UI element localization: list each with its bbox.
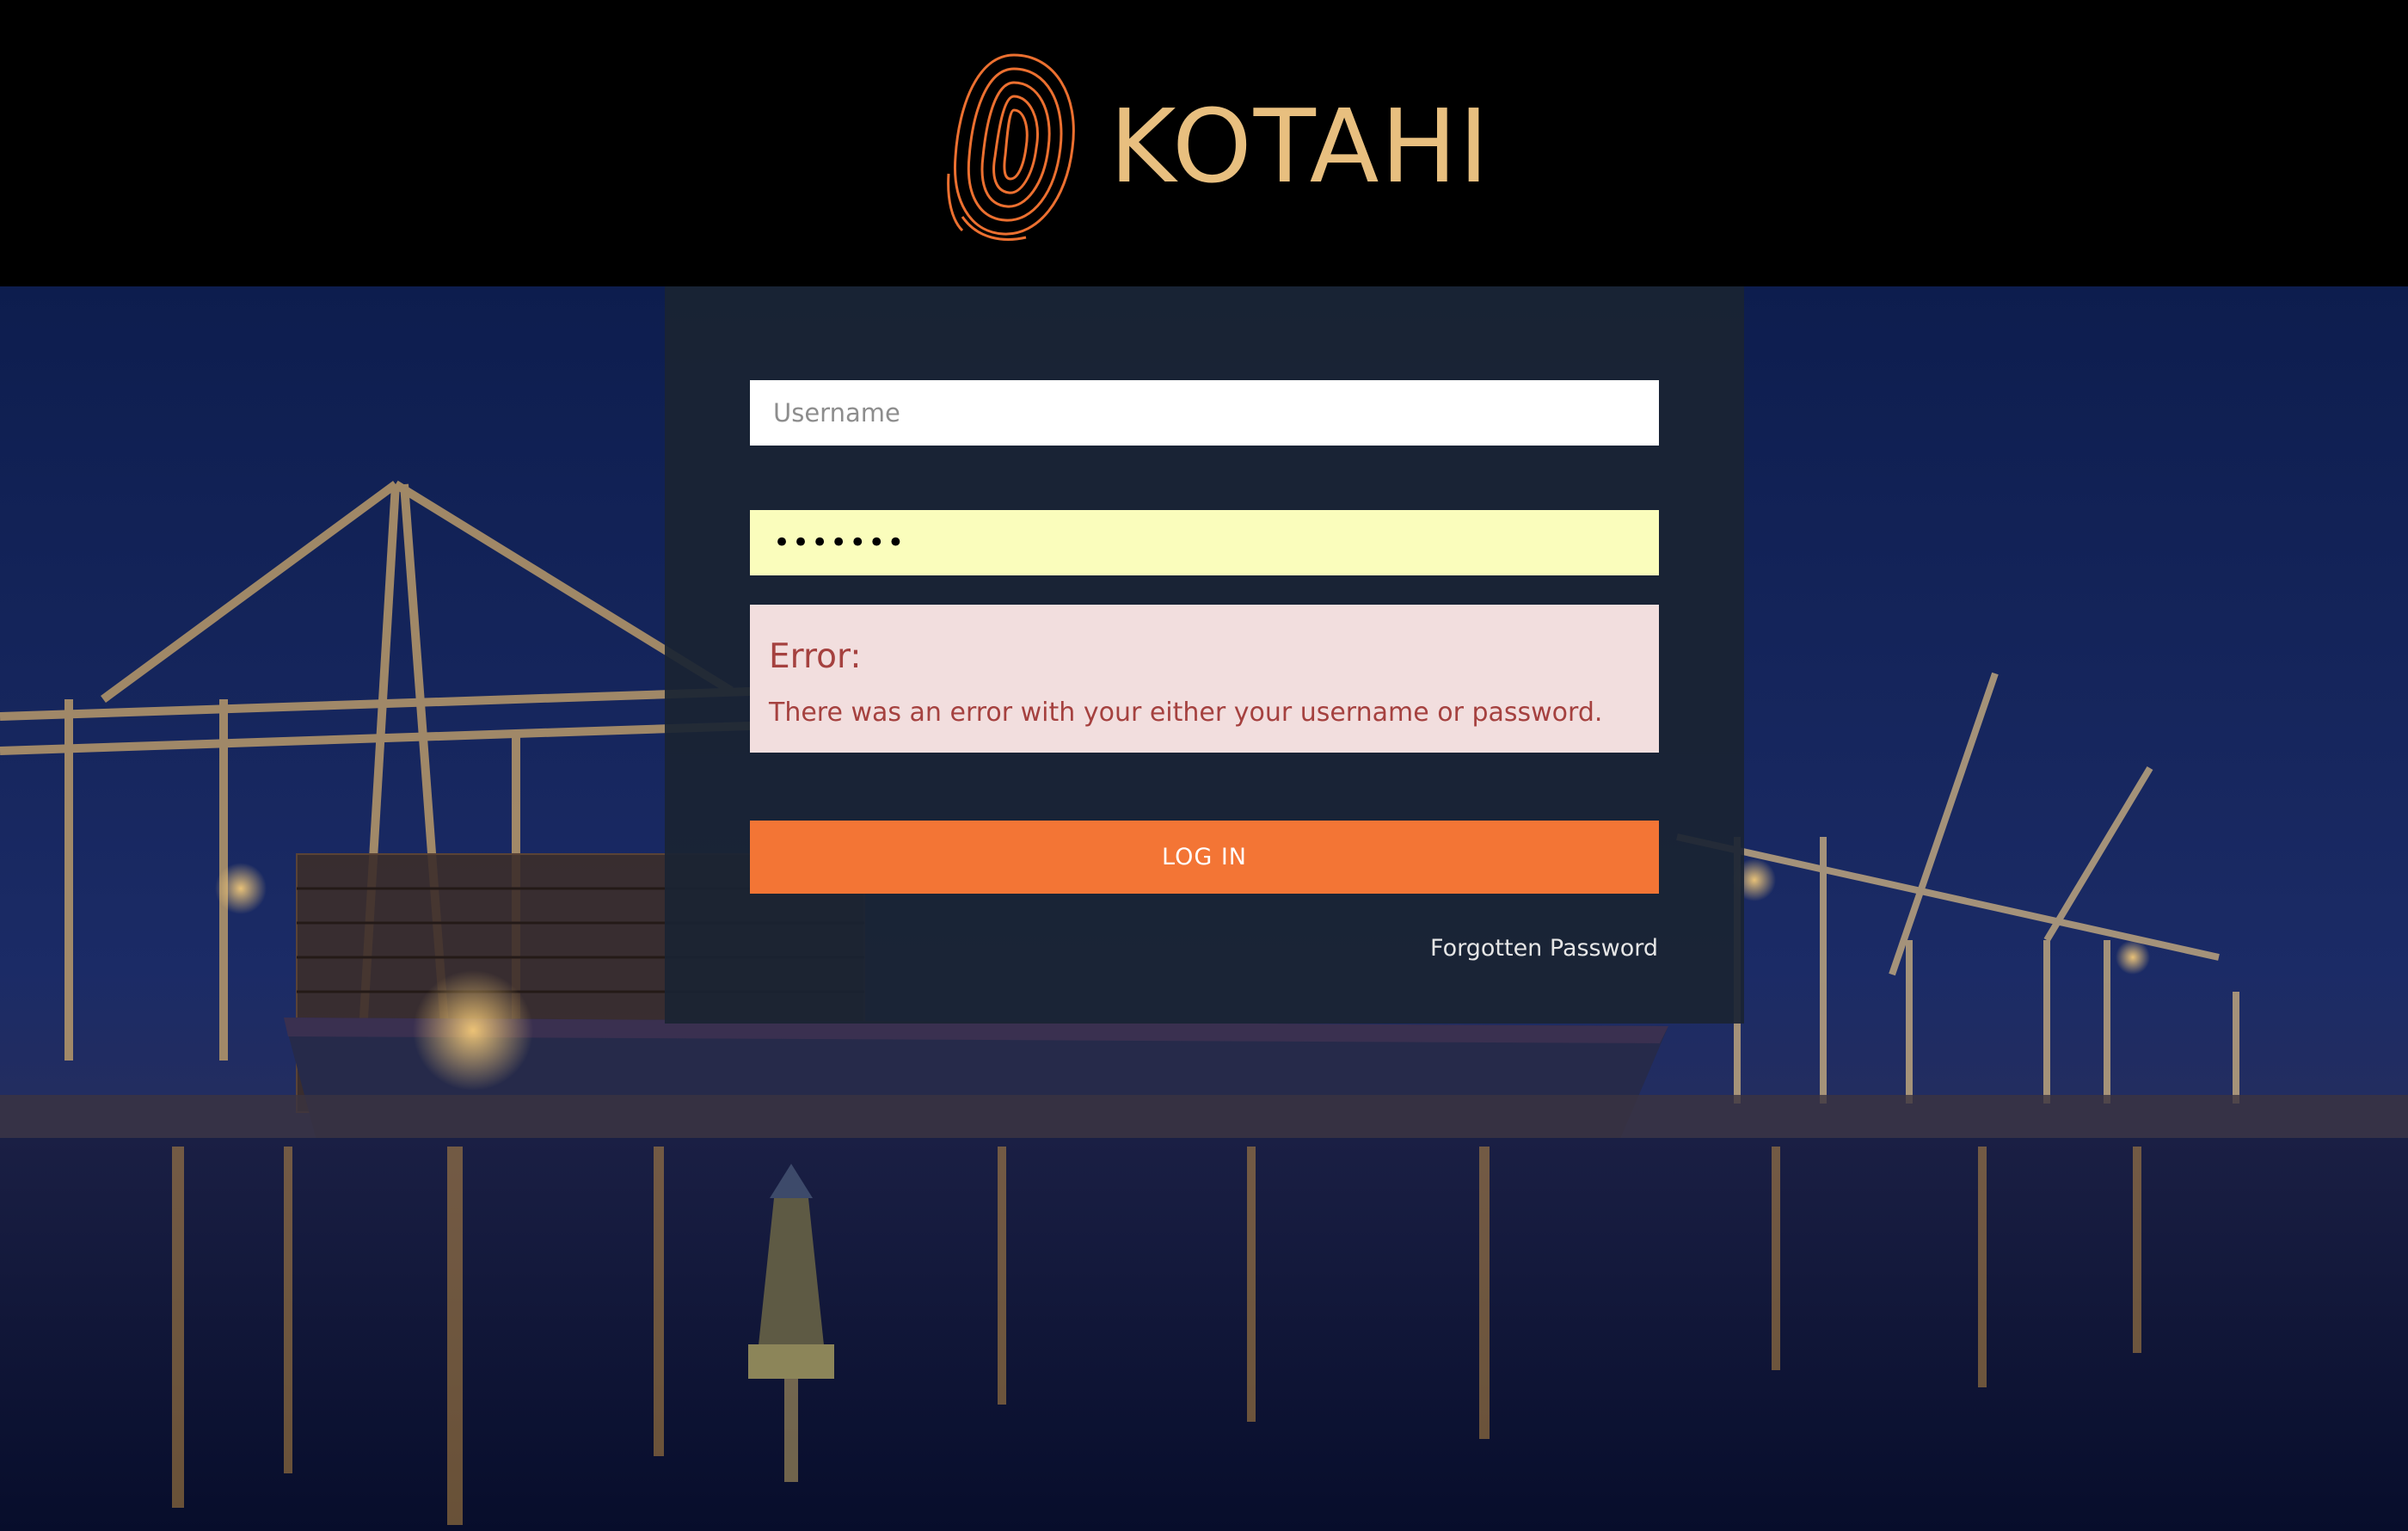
login-page: KOTAHI Error: There was an error with yo… [0, 0, 2408, 1531]
login-button[interactable]: LOG IN [750, 821, 1659, 894]
brand-name: KOTAHI [1109, 87, 1490, 206]
error-alert: Error: There was an error with your eith… [750, 605, 1659, 753]
header: KOTAHI [0, 0, 2408, 286]
password-input[interactable] [750, 510, 1659, 575]
fingerprint-icon [947, 53, 1075, 241]
username-input[interactable] [750, 380, 1659, 446]
error-message: There was an error with your either your… [769, 698, 1603, 728]
forgotten-password-link[interactable]: Forgotten Password [1430, 935, 1658, 962]
error-title: Error: [769, 637, 862, 676]
